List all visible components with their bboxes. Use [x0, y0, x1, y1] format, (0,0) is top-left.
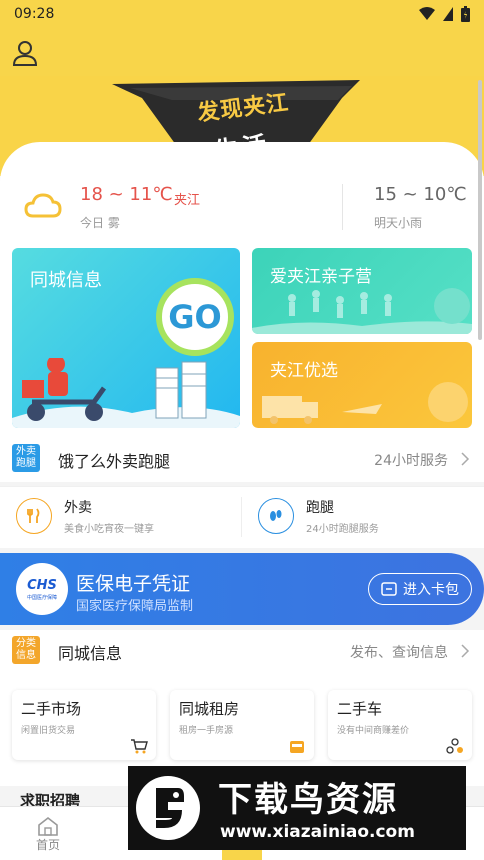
wifi-icon: [419, 7, 435, 20]
tile-desc: 租房一手房源: [179, 726, 234, 736]
tile-city-rental[interactable]: 同城租房 租房一手房源: [170, 690, 314, 760]
enter-card-wallet-label: 进入卡包: [403, 582, 459, 598]
service-errand-name: 跑腿: [306, 500, 334, 516]
tile-desc: 没有中间商赚差价: [337, 726, 410, 736]
today-temperature: 18 ~ 11℃: [80, 184, 173, 205]
wallet-icon: [381, 582, 397, 596]
user-icon[interactable]: [10, 38, 40, 68]
classified-section-title: 同城信息: [58, 644, 123, 663]
feature-cards: 同城信息 GO 爱夹江亲子营 夹江优选: [0, 242, 484, 438]
footprint-icon: [258, 498, 294, 534]
classified-badge-line1: 分类: [16, 638, 36, 649]
weather-divider: [342, 184, 343, 230]
takeaway-section-title: 饿了么外卖跑腿: [58, 452, 171, 471]
weather-location: 夹江: [174, 193, 201, 208]
house-icon: [290, 741, 304, 753]
app-screen: 09:28 发现夹江 生活 18 ~ 11℃ 夹江 今日 雾 15 ~ 10℃ …: [0, 0, 484, 860]
chevron-right-icon: [461, 644, 470, 658]
card-city-info[interactable]: 同城信息 GO: [12, 248, 240, 428]
watermark-title: 下载鸟资源: [218, 780, 398, 820]
nav-home[interactable]: 首页: [0, 807, 96, 860]
insurance-subtitle: 国家医疗保障局监制: [76, 599, 194, 614]
tile-desc: 闲置旧货交易: [21, 726, 76, 736]
service-takeaway-desc: 美食小吃宵夜一键享: [64, 524, 154, 535]
cloud-icon: [24, 193, 62, 218]
signal-icon: [443, 7, 453, 21]
tile-second-hand-market[interactable]: 二手市场 闲置旧货交易: [12, 690, 156, 760]
fork-knife-icon: [16, 498, 52, 534]
status-icons: [419, 6, 470, 22]
status-bar: 09:28: [0, 0, 484, 28]
card-city-info-title: 同城信息: [30, 270, 102, 291]
insurance-title: 医保电子凭证: [76, 573, 191, 595]
car-icon: [446, 738, 463, 754]
classified-badge-line2: 信息: [16, 650, 36, 661]
card-select-title: 夹江优选: [270, 361, 338, 381]
classified-section-header[interactable]: 分类 信息 同城信息 发布、查询信息: [0, 630, 484, 676]
enter-card-wallet-button[interactable]: 进入卡包: [368, 573, 472, 605]
chs-logo-subtext: 中国医疗保障: [26, 594, 57, 601]
service-takeaway-name: 外卖: [64, 500, 92, 516]
card-parent-child-camp[interactable]: 爱夹江亲子营: [252, 248, 472, 334]
takeaway-badge: 外卖 跑腿: [12, 444, 40, 472]
go-badge: GO: [156, 278, 234, 356]
tile-used-car[interactable]: 二手车 没有中间商赚差价: [328, 690, 472, 760]
classified-badge: 分类 信息: [12, 636, 40, 664]
chevron-right-icon: [461, 452, 470, 466]
weather-card[interactable]: 18 ~ 11℃ 夹江 今日 雾 15 ~ 10℃ 明天小雨: [0, 142, 484, 242]
battery-icon: [461, 6, 470, 22]
watermark-url: www.xiazainiao.com: [220, 822, 415, 842]
takeaway-section-header[interactable]: 外卖 跑腿 饿了么外卖跑腿 24小时服务: [0, 438, 484, 482]
tomorrow-condition: 明天小雨: [374, 216, 423, 230]
app-header: [0, 28, 484, 76]
takeaway-badge-line1: 外卖: [16, 446, 36, 457]
medical-insurance-banner[interactable]: CHS 中国医疗保障 医保电子凭证 国家医疗保障局监制 进入卡包: [0, 553, 484, 625]
truck-illustration: [262, 382, 468, 424]
home-icon: [38, 816, 58, 836]
watermark-overlay: 下载鸟资源 www.xiazainiao.com: [128, 766, 466, 850]
card-parent-child-title: 爱夹江亲子营: [270, 267, 372, 287]
tile-title: 二手市场: [21, 700, 82, 718]
service-errand-desc: 24小时跑腿服务: [306, 524, 379, 535]
cart-icon: [131, 739, 148, 754]
service-divider: [241, 497, 242, 537]
service-errand[interactable]: 跑腿 24小时跑腿服务: [258, 497, 379, 535]
scrollbar[interactable]: [478, 80, 482, 340]
takeaway-services: 外卖 美食小吃宵夜一键享 跑腿 24小时跑腿服务: [0, 486, 484, 548]
tomorrow-temperature: 15 ~ 10℃: [374, 184, 467, 205]
today-condition: 今日 雾: [80, 216, 120, 230]
delivery-scooter-illustration: [12, 358, 240, 428]
classified-section-hint: 发布、查询信息: [350, 645, 448, 661]
status-time: 09:28: [14, 6, 55, 22]
jumping-people-illustration: [252, 288, 472, 334]
tile-title: 同城租房: [179, 700, 240, 718]
card-jiajiang-select[interactable]: 夹江优选: [252, 342, 472, 428]
chs-logo-text: CHS: [27, 577, 57, 593]
takeaway-section-hint: 24小时服务: [374, 453, 448, 469]
chs-logo: CHS 中国医疗保障: [16, 563, 68, 615]
service-takeaway[interactable]: 外卖 美食小吃宵夜一键享: [16, 497, 154, 535]
watermark-bird-logo: [136, 776, 200, 840]
tile-title: 二手车: [337, 700, 383, 718]
takeaway-badge-line2: 跑腿: [16, 458, 36, 469]
nav-home-label: 首页: [35, 837, 60, 852]
